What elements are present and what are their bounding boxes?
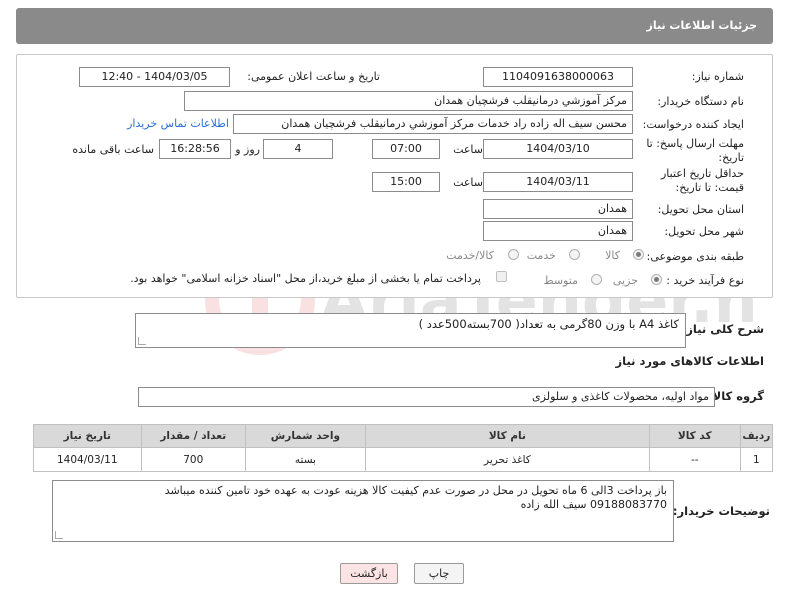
- contact-info-link[interactable]: اطلاعات تماس خریدار: [127, 117, 229, 130]
- cell-name: کاغذ تحریر: [364, 447, 650, 472]
- col-index: ردیف: [739, 424, 774, 448]
- col-code: کد کالا: [648, 424, 741, 448]
- goods-section-title: اطلاعات کالاهای مورد نیاز: [615, 354, 764, 368]
- need-number-label: شماره نیاز:: [691, 70, 744, 83]
- buyer-org-label: نام دستگاه خریدار:: [657, 95, 744, 108]
- page-title: جزئیات اطلاعات نیاز: [646, 19, 758, 32]
- province-field[interactable]: همدان: [483, 199, 633, 219]
- category-radio-service[interactable]: [569, 249, 580, 260]
- deadline-label: مهلت ارسال پاسخ: تا تاریخ:: [646, 137, 744, 164]
- cell-code: --: [648, 447, 741, 472]
- table-header-row: ردیف کد کالا نام کالا واحد شمارش تعداد /…: [33, 424, 774, 448]
- category-label: طبقه بندی موضوعی:: [646, 250, 744, 263]
- category-option-service: خدمت: [526, 249, 556, 262]
- city-field[interactable]: همدان: [483, 221, 633, 241]
- days-label: روز و: [235, 143, 260, 156]
- buyer-notes-textarea[interactable]: باز پرداخت 3الی 6 ماه تحویل در محل در صو…: [52, 480, 674, 542]
- payment-note: پرداخت تمام یا بخشی از مبلغ خرید،از محل …: [130, 272, 481, 285]
- page-header: جزئیات اطلاعات نیاز: [16, 8, 773, 44]
- process-option-minor: جزیی: [612, 274, 638, 287]
- deadline-date-field[interactable]: 1404/03/10: [483, 139, 633, 159]
- price-date-field[interactable]: 1404/03/11: [483, 172, 633, 192]
- category-radio-both[interactable]: [508, 249, 519, 260]
- price-validity-label: حداقل تاریخ اعتبار قیمت: تا تاریخ:: [660, 167, 744, 194]
- city-label: شهر محل تحویل:: [664, 225, 744, 238]
- treasury-checkbox[interactable]: [496, 271, 507, 282]
- requester-label: ایجاد کننده درخواست:: [642, 118, 744, 131]
- buyer-notes-label: توضیحات خریدار:: [672, 504, 770, 518]
- cell-unit: بسته: [244, 447, 366, 472]
- category-radio-goods[interactable]: [633, 249, 644, 260]
- process-radio-medium[interactable]: [591, 274, 602, 285]
- price-time-label: ساعت: [453, 176, 483, 189]
- summary-label: شرح کلی نیاز:: [681, 322, 764, 336]
- goods-group-label: گروه کالا:: [708, 389, 764, 403]
- buyer-notes-line2: 09188083770 سیف الله زاده: [520, 498, 667, 511]
- price-time-field[interactable]: 15:00: [372, 172, 440, 192]
- summary-textarea[interactable]: کاغذ A4 با وزن 80گرمی به تعداد( 700بسته5…: [135, 313, 686, 348]
- process-option-medium: متوسط: [543, 274, 578, 287]
- category-option-goods: کالا: [605, 249, 620, 262]
- col-name: نام کالا: [364, 424, 650, 448]
- cell-qty: 700: [140, 447, 246, 472]
- process-radio-minor[interactable]: [651, 274, 662, 285]
- print-button[interactable]: چاپ: [414, 563, 464, 584]
- col-date: تاریخ نیاز: [33, 424, 142, 448]
- cell-date: 1404/03/11: [33, 447, 142, 472]
- announce-label: تاریخ و ساعت اعلان عمومی:: [247, 70, 380, 83]
- col-unit: واحد شمارش: [244, 424, 366, 448]
- deadline-time-field[interactable]: 07:00: [372, 139, 440, 159]
- days-field[interactable]: 4: [263, 139, 333, 159]
- need-number-field[interactable]: 1104091638000063: [483, 67, 633, 87]
- announce-field[interactable]: 1404/03/05 - 12:40: [79, 67, 230, 87]
- goods-group-field[interactable]: مواد اولیه، محصولات کاغذی و سلولزی: [138, 387, 715, 407]
- summary-text: کاغذ A4 با وزن 80گرمی به تعداد( 700بسته5…: [418, 317, 679, 331]
- category-option-both: کالا/خدمت: [446, 249, 494, 262]
- resize-handle-icon[interactable]: [138, 337, 146, 345]
- table-row[interactable]: 1 -- کاغذ تحریر بسته 700 1404/03/11: [33, 447, 774, 472]
- resize-handle-icon[interactable]: [55, 531, 63, 539]
- back-button[interactable]: بازگشت: [340, 563, 398, 584]
- col-qty: تعداد / مقدار: [140, 424, 246, 448]
- remaining-time-field[interactable]: 16:28:56: [159, 139, 231, 159]
- process-label: نوع فرآیند خرید :: [666, 274, 744, 287]
- remaining-label: ساعت باقی مانده: [72, 143, 154, 156]
- buyer-org-field[interactable]: مرکز آموزشي درمانيقلب فرشچيان همدان: [184, 91, 633, 111]
- goods-table: ردیف کد کالا نام کالا واحد شمارش تعداد /…: [33, 424, 774, 472]
- requester-field[interactable]: محسن سیف اله زاده راد خدمات مرکز آموزشي …: [233, 114, 633, 134]
- province-label: استان محل تحویل:: [657, 203, 744, 216]
- deadline-time-label: ساعت: [453, 143, 483, 156]
- buyer-notes-line1: باز پرداخت 3الی 6 ماه تحویل در محل در صو…: [164, 484, 667, 497]
- cell-index: 1: [739, 447, 774, 472]
